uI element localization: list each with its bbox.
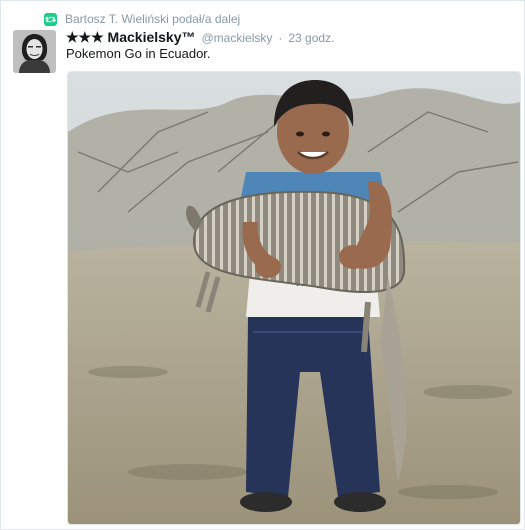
- tweet-timestamp[interactable]: 23 godz.: [288, 31, 334, 45]
- tweet-header: ★★★ Mackielsky™ @mackielsky · 23 godz.: [66, 29, 334, 45]
- tweet-text: Pokemon Go in Ecuador.: [66, 46, 211, 61]
- tweet-photo[interactable]: KIDS: [67, 71, 521, 525]
- author-handle[interactable]: @mackielsky: [202, 31, 273, 45]
- avatar[interactable]: [13, 30, 56, 73]
- retweet-icon: [44, 12, 57, 26]
- author-name[interactable]: ★★★ Mackielsky™: [66, 29, 196, 46]
- retweeter-link[interactable]: Bartosz T. Wieliński podał/a dalej: [65, 12, 240, 26]
- retweet-context: Bartosz T. Wieliński podał/a dalej: [44, 11, 240, 27]
- separator: ·: [278, 31, 283, 45]
- photo-illustration: KIDS: [68, 72, 520, 524]
- tweet-card[interactable]: Bartosz T. Wieliński podał/a dalej ★★★ M…: [0, 0, 525, 530]
